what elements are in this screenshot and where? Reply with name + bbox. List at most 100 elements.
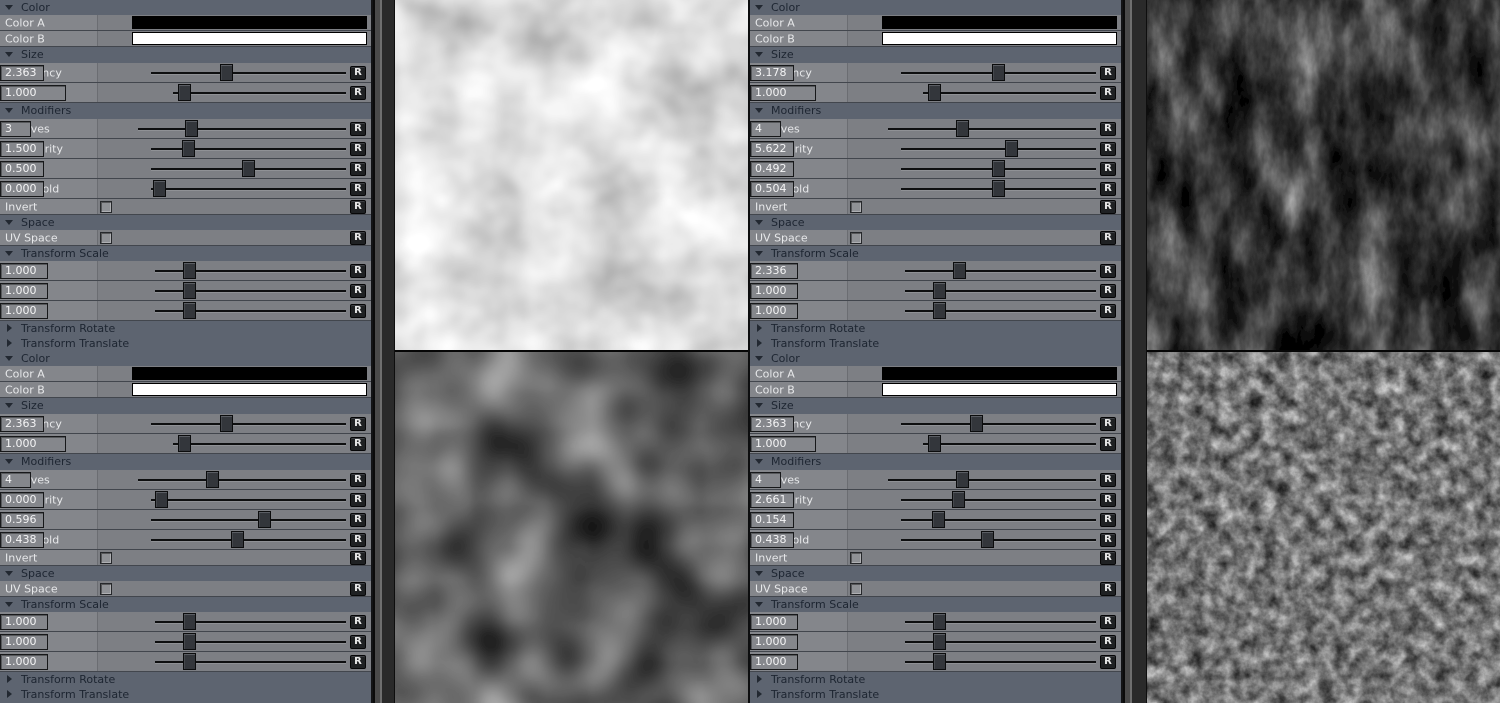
reset-button[interactable]: R: [350, 417, 366, 431]
seed-slider-track[interactable]: [923, 92, 1096, 94]
octaves-slider-track[interactable]: [138, 128, 346, 130]
reset-button[interactable]: R: [350, 551, 366, 565]
scale-y-slider-handle[interactable]: [183, 282, 196, 299]
frequency-slider-track[interactable]: [151, 423, 346, 425]
panel-splitter[interactable]: [373, 0, 395, 703]
scale-z-value-input[interactable]: 1.000: [0, 303, 48, 319]
scale-y-slider-handle[interactable]: [933, 282, 946, 299]
reset-button[interactable]: R: [1100, 182, 1116, 196]
reset-button[interactable]: R: [1100, 582, 1116, 596]
reset-button[interactable]: R: [350, 200, 366, 214]
reset-button[interactable]: R: [1100, 513, 1116, 527]
reset-button[interactable]: R: [1100, 142, 1116, 156]
uv-space-checkbox[interactable]: [850, 232, 862, 244]
threshold-slider-track[interactable]: [151, 539, 346, 541]
gain-slider-handle[interactable]: [242, 160, 255, 177]
lacunarity-value-input[interactable]: 5.622: [750, 141, 794, 157]
reset-button[interactable]: R: [1100, 417, 1116, 431]
threshold-value-input[interactable]: 0.438: [750, 532, 794, 548]
section-header-transform-scale[interactable]: Transform Scale: [750, 246, 1121, 261]
color-b-color-swatch[interactable]: [132, 383, 367, 396]
frequency-slider-handle[interactable]: [970, 415, 983, 432]
section-header-color[interactable]: Color: [750, 351, 1121, 366]
scale-x-slider-track[interactable]: [905, 270, 1096, 272]
reset-button[interactable]: R: [1100, 231, 1116, 245]
threshold-value-input[interactable]: 0.000: [0, 181, 44, 197]
section-header-modifiers[interactable]: Modifiers: [750, 103, 1121, 119]
reset-button[interactable]: R: [350, 473, 366, 487]
reset-button[interactable]: R: [350, 493, 366, 507]
scale-z-slider-handle[interactable]: [183, 302, 196, 319]
section-header-space[interactable]: Space: [0, 566, 371, 581]
lacunarity-value-input[interactable]: 1.500: [0, 141, 44, 157]
gain-value-input[interactable]: 0.500: [0, 161, 44, 177]
seed-value-input[interactable]: 1.000: [0, 436, 66, 452]
reset-button[interactable]: R: [1100, 493, 1116, 507]
seed-slider-handle[interactable]: [928, 435, 941, 452]
scale-x-slider-handle[interactable]: [953, 262, 966, 279]
lacunarity-value-input[interactable]: 2.661: [750, 492, 794, 508]
lacunarity-slider-handle[interactable]: [1005, 140, 1018, 157]
seed-value-input[interactable]: 1.000: [750, 85, 816, 101]
reset-button[interactable]: R: [1100, 533, 1116, 547]
scale-x-value-input[interactable]: 2.336: [750, 263, 798, 279]
section-header-transform-scale[interactable]: Transform Scale: [0, 246, 371, 261]
octaves-slider-handle[interactable]: [206, 471, 219, 488]
reset-button[interactable]: R: [350, 86, 366, 100]
scale-z-value-input[interactable]: 1.000: [0, 654, 48, 670]
octaves-slider-track[interactable]: [138, 479, 346, 481]
octaves-slider-track[interactable]: [888, 128, 1096, 130]
scale-z-slider-handle[interactable]: [933, 653, 946, 670]
section-header-size[interactable]: Size: [0, 398, 371, 414]
threshold-slider-track[interactable]: [901, 539, 1096, 541]
reset-button[interactable]: R: [350, 635, 366, 649]
section-header-modifiers[interactable]: Modifiers: [750, 454, 1121, 470]
octaves-value-input[interactable]: 4: [750, 121, 781, 137]
reset-button[interactable]: R: [350, 304, 366, 318]
seed-slider-handle[interactable]: [178, 84, 191, 101]
reset-button[interactable]: R: [350, 231, 366, 245]
frequency-slider-handle[interactable]: [220, 64, 233, 81]
seed-value-input[interactable]: 1.000: [750, 436, 816, 452]
seed-slider-handle[interactable]: [928, 84, 941, 101]
frequency-slider-handle[interactable]: [220, 415, 233, 432]
lacunarity-slider-track[interactable]: [901, 499, 1096, 501]
scale-z-slider-handle[interactable]: [933, 302, 946, 319]
section-header-space[interactable]: Space: [0, 215, 371, 230]
threshold-slider-handle[interactable]: [231, 531, 244, 548]
seed-slider-track[interactable]: [173, 92, 346, 94]
section-header-modifiers[interactable]: Modifiers: [0, 454, 371, 470]
lacunarity-slider-handle[interactable]: [155, 491, 168, 508]
seed-slider-track[interactable]: [923, 443, 1096, 445]
lacunarity-value-input[interactable]: 0.000: [0, 492, 44, 508]
section-header-color[interactable]: Color: [0, 0, 371, 15]
color-a-color-swatch[interactable]: [132, 367, 367, 380]
scale-x-slider-handle[interactable]: [183, 262, 196, 279]
gain-value-input[interactable]: 0.492: [750, 161, 794, 177]
scale-z-slider-handle[interactable]: [183, 653, 196, 670]
octaves-value-input[interactable]: 4: [0, 472, 31, 488]
frequency-value-input[interactable]: 2.363: [0, 65, 44, 81]
reset-button[interactable]: R: [1100, 86, 1116, 100]
section-header-transform-scale[interactable]: Transform Scale: [0, 597, 371, 612]
reset-button[interactable]: R: [1100, 437, 1116, 451]
threshold-slider-track[interactable]: [151, 188, 346, 190]
octaves-slider-track[interactable]: [888, 479, 1096, 481]
gain-value-input[interactable]: 0.596: [0, 512, 44, 528]
gain-slider-handle[interactable]: [258, 511, 271, 528]
color-b-color-swatch[interactable]: [132, 32, 367, 45]
lacunarity-slider-handle[interactable]: [182, 140, 195, 157]
frequency-value-input[interactable]: 2.363: [750, 416, 794, 432]
color-a-color-swatch[interactable]: [882, 16, 1117, 29]
reset-button[interactable]: R: [350, 162, 366, 176]
section-header-transform-translate[interactable]: Transform Translate: [0, 336, 371, 351]
octaves-value-input[interactable]: 3: [0, 121, 31, 137]
section-header-transform-rotate[interactable]: Transform Rotate: [0, 321, 371, 336]
section-header-transform-translate[interactable]: Transform Translate: [750, 687, 1121, 702]
reset-button[interactable]: R: [350, 142, 366, 156]
section-header-transform-rotate[interactable]: Transform Rotate: [0, 672, 371, 687]
reset-button[interactable]: R: [350, 437, 366, 451]
invert-checkbox[interactable]: [850, 552, 862, 564]
threshold-value-input[interactable]: 0.504: [750, 181, 794, 197]
reset-button[interactable]: R: [350, 582, 366, 596]
